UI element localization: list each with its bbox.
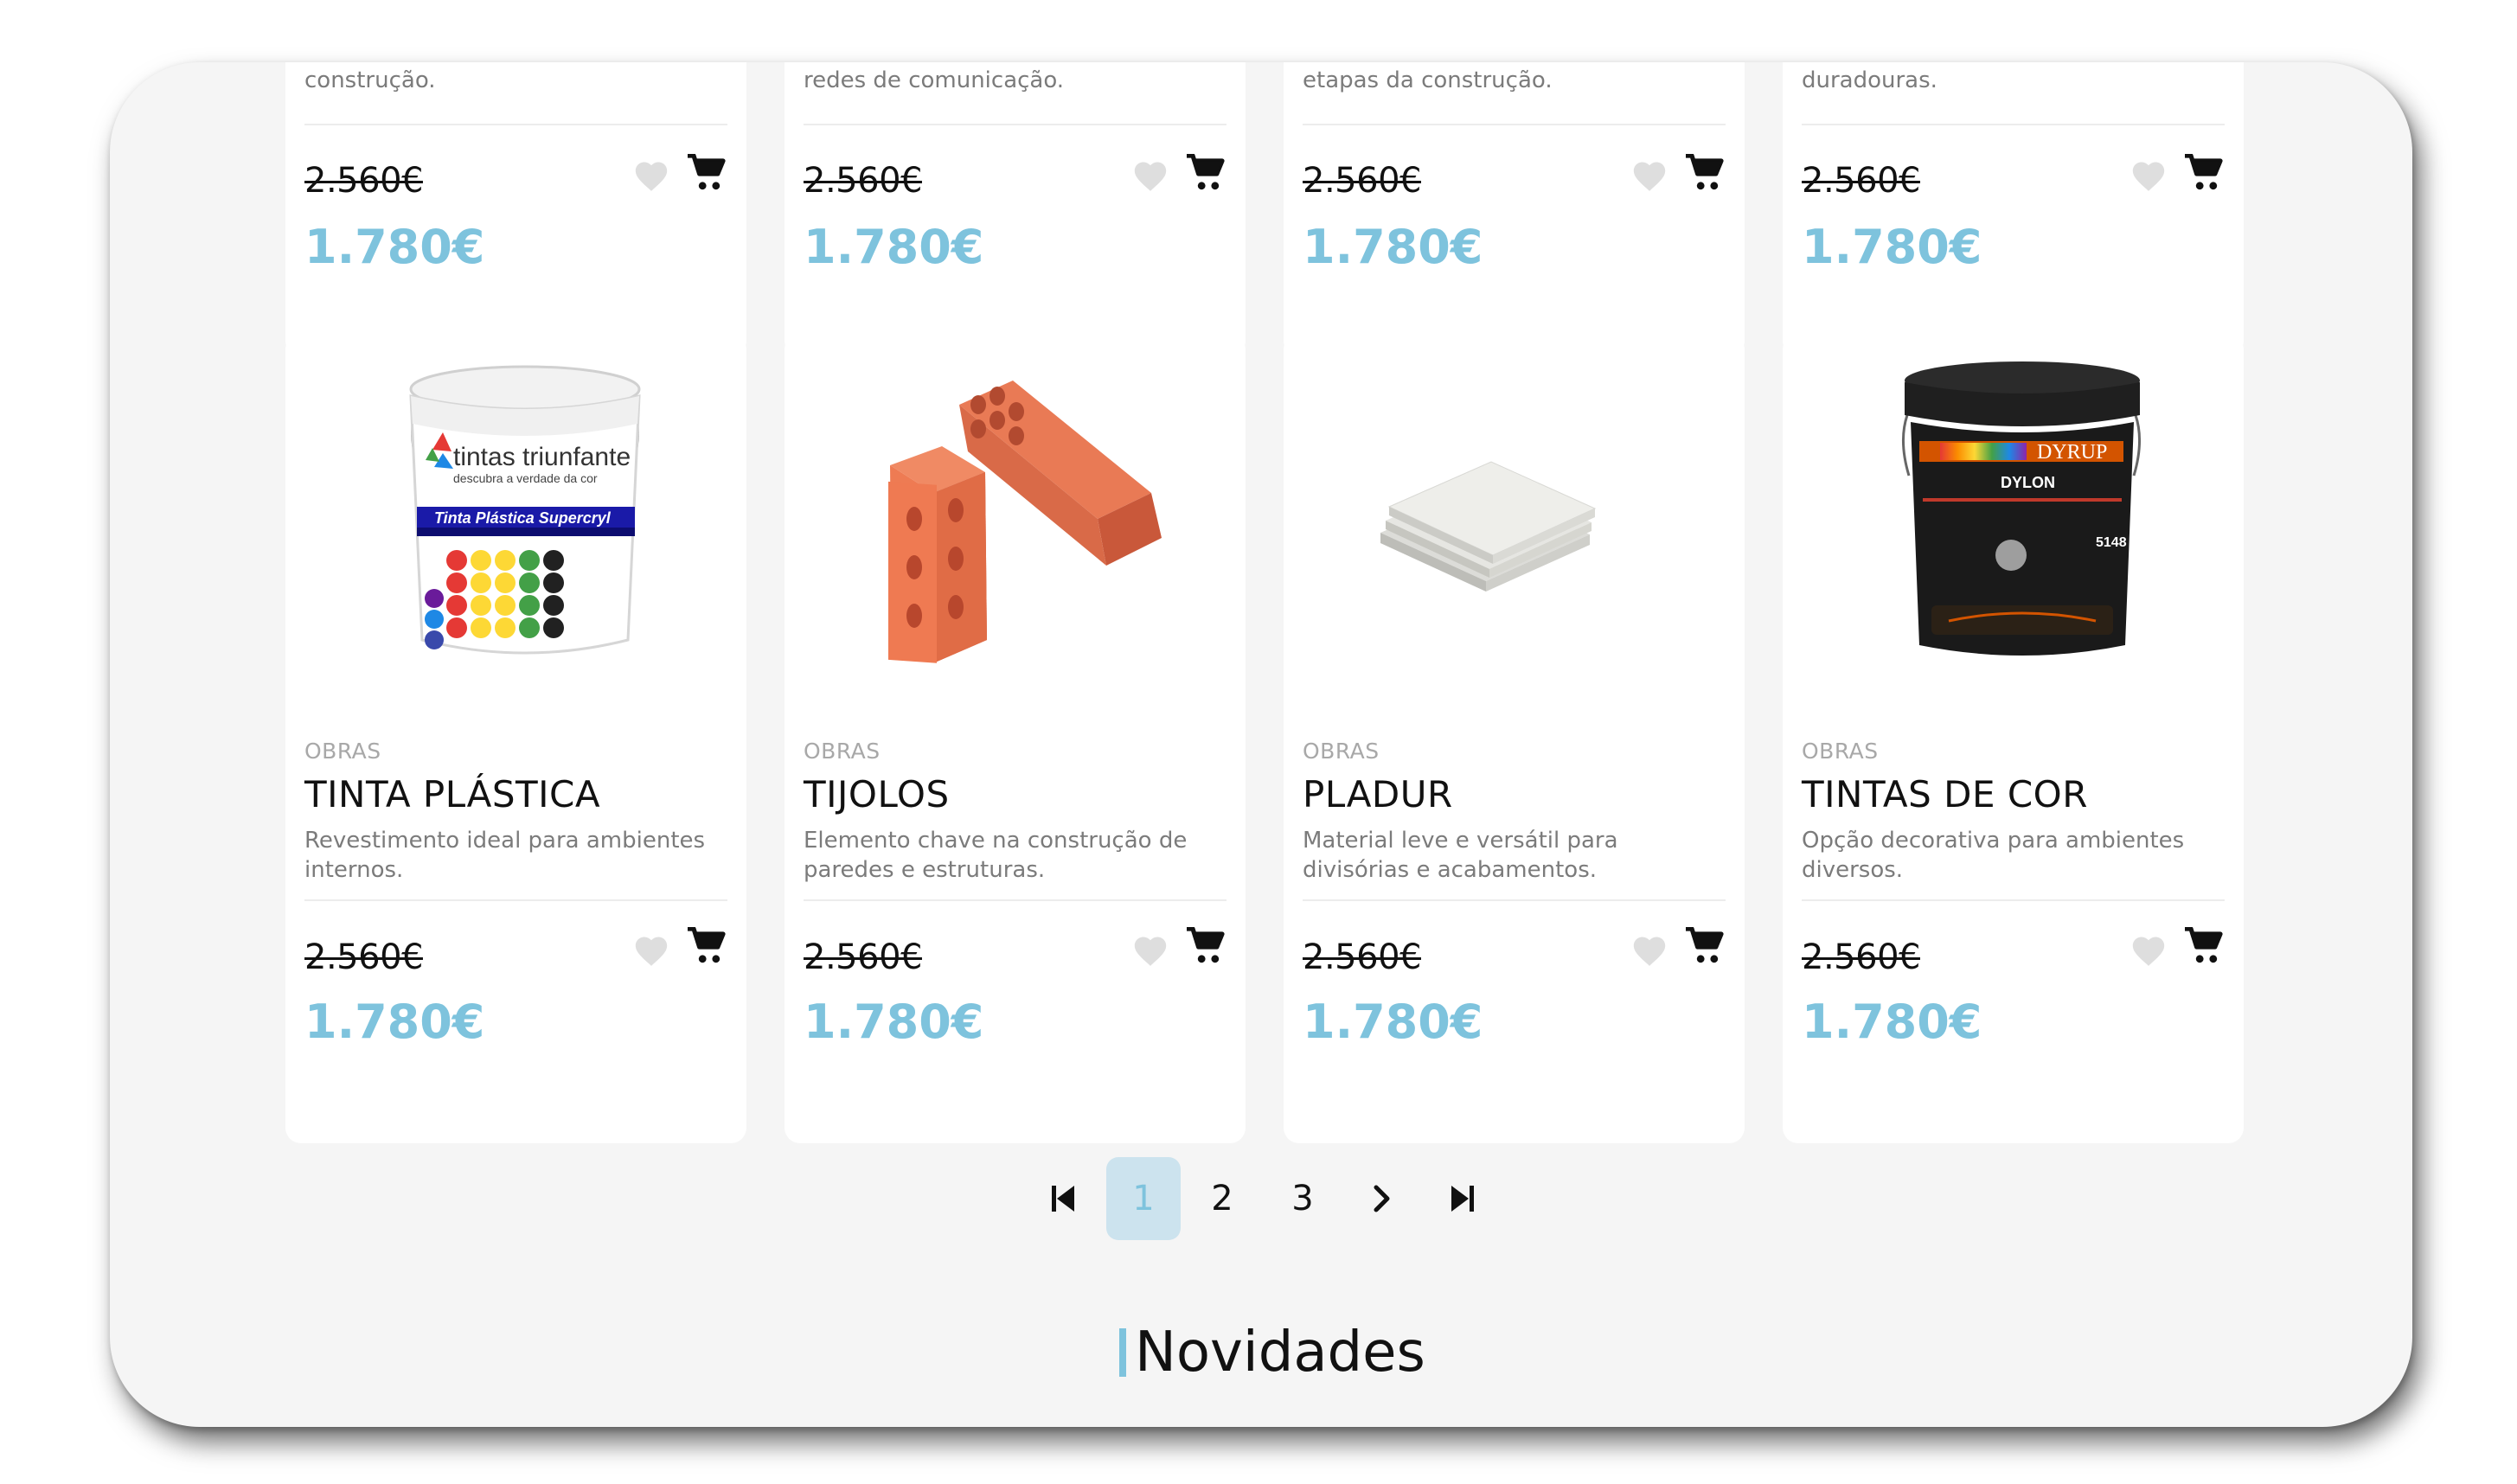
- section-heading: Novidades: [1119, 1321, 1425, 1385]
- page-button[interactable]: 2: [1185, 1157, 1259, 1240]
- divider: [1802, 899, 2225, 901]
- product-description: etapas da construção.: [1303, 67, 1553, 93]
- paint-bucket-image[interactable]: DYRUP DYLON 5148: [1802, 355, 2226, 666]
- product-card[interactable]: OBRAS TIJOLOS Elemento chave na construç…: [785, 334, 1246, 1143]
- product-category: OBRAS: [1303, 739, 1380, 764]
- bucket-code-text: 5148: [2096, 535, 2127, 550]
- page-button-active[interactable]: 1: [1106, 1157, 1181, 1240]
- product-description: Material leve e versátil para divisórias…: [1303, 828, 1618, 883]
- product-description: construção.: [304, 67, 436, 93]
- product-card[interactable]: redes de comunicação. 2.560€ 1.780€: [785, 62, 1246, 356]
- last-page-icon: [1451, 1186, 1474, 1212]
- sale-price: 1.780€: [1303, 995, 1483, 1049]
- heart-icon[interactable]: [632, 932, 670, 967]
- page-button[interactable]: 3: [1265, 1157, 1340, 1240]
- heart-icon[interactable]: [1630, 157, 1668, 192]
- product-category: OBRAS: [1802, 739, 1879, 764]
- bucket-brand-text: tintas triunfante: [453, 443, 631, 471]
- old-price: 2.560€: [1802, 937, 1920, 977]
- next-page-button[interactable]: [1345, 1157, 1419, 1240]
- product-card[interactable]: etapas da construção. 2.560€ 1.780€: [1284, 62, 1745, 356]
- product-card[interactable]: OBRAS PLADUR Material leve e versátil pa…: [1284, 334, 1745, 1143]
- heart-icon[interactable]: [1131, 932, 1169, 967]
- chevron-right-icon: [1374, 1185, 1390, 1212]
- old-price: 2.560€: [304, 937, 423, 977]
- cart-icon[interactable]: [1684, 154, 1726, 192]
- sale-price: 1.780€: [1802, 220, 1982, 274]
- product-name[interactable]: PLADUR: [1303, 773, 1453, 816]
- cart-icon[interactable]: [1684, 927, 1726, 965]
- first-page-icon: [1052, 1186, 1074, 1212]
- divider: [1303, 124, 1726, 125]
- product-name[interactable]: TIJOLOS: [804, 773, 950, 816]
- product-description: Revestimento ideal para ambientes intern…: [304, 828, 706, 883]
- old-price: 2.560€: [1802, 161, 1920, 201]
- divider: [804, 124, 1226, 125]
- heart-icon[interactable]: [1131, 157, 1169, 192]
- divider: [304, 899, 727, 901]
- last-page-button[interactable]: [1425, 1157, 1500, 1240]
- product-description: Opção decorativa para ambientes diversos…: [1802, 828, 2185, 883]
- cart-icon[interactable]: [1185, 154, 1226, 192]
- old-price: 2.560€: [1303, 161, 1421, 201]
- heart-icon[interactable]: [2130, 932, 2168, 967]
- bucket-band-text: Tinta Plástica Supercryl: [434, 509, 612, 527]
- pagination: 1 2 3: [110, 1157, 2412, 1240]
- bucket-tagline-text: descubra a verdade da cor: [453, 471, 598, 485]
- bucket-product-text: DYLON: [2001, 474, 2055, 491]
- plasterboard-image[interactable]: [1303, 355, 1726, 666]
- product-card[interactable]: DYRUP DYLON 5148 OBRAS TINTAS DE COR Opç…: [1783, 334, 2244, 1143]
- product-category: OBRAS: [304, 739, 381, 764]
- product-name[interactable]: TINTAS DE COR: [1802, 773, 2088, 816]
- app-window: construção. 2.560€ 1.780€ redes de comun…: [110, 62, 2412, 1427]
- cart-icon[interactable]: [2183, 154, 2225, 192]
- divider: [304, 124, 727, 125]
- heart-icon[interactable]: [2130, 157, 2168, 192]
- old-price: 2.560€: [304, 161, 423, 201]
- product-description: Elemento chave na construção de paredes …: [804, 828, 1188, 883]
- sale-price: 1.780€: [1802, 995, 1982, 1049]
- old-price: 2.560€: [804, 161, 922, 201]
- product-description: redes de comunicação.: [804, 67, 1065, 93]
- cart-icon[interactable]: [2183, 927, 2225, 965]
- sale-price: 1.780€: [804, 220, 984, 274]
- sale-price: 1.780€: [1303, 220, 1483, 274]
- old-price: 2.560€: [804, 937, 922, 977]
- product-card[interactable]: duradouras. 2.560€ 1.780€: [1783, 62, 2244, 356]
- paint-bucket-image[interactable]: tintas triunfante descubra a verdade da …: [304, 355, 728, 666]
- first-page-button[interactable]: [1026, 1157, 1100, 1240]
- divider: [1802, 124, 2225, 125]
- product-category: OBRAS: [804, 739, 881, 764]
- sale-price: 1.780€: [804, 995, 984, 1049]
- section-accent-bar: [1119, 1328, 1126, 1377]
- product-card[interactable]: tintas triunfante descubra a verdade da …: [285, 334, 746, 1143]
- cart-icon[interactable]: [686, 927, 727, 965]
- divider: [804, 899, 1226, 901]
- sale-price: 1.780€: [304, 995, 485, 1049]
- heart-icon[interactable]: [632, 157, 670, 192]
- product-description: duradouras.: [1802, 67, 1937, 93]
- section-title-text: Novidades: [1135, 1321, 1425, 1385]
- product-name[interactable]: TINTA PLÁSTICA: [304, 773, 600, 816]
- bricks-image[interactable]: [804, 355, 1227, 666]
- bucket-brand-text: DYRUP: [2037, 441, 2107, 464]
- heart-icon[interactable]: [1630, 932, 1668, 967]
- old-price: 2.560€: [1303, 937, 1421, 977]
- cart-icon[interactable]: [686, 154, 727, 192]
- cart-icon[interactable]: [1185, 927, 1226, 965]
- product-card[interactable]: construção. 2.560€ 1.780€: [285, 62, 746, 356]
- divider: [1303, 899, 1726, 901]
- sale-price: 1.780€: [304, 220, 485, 274]
